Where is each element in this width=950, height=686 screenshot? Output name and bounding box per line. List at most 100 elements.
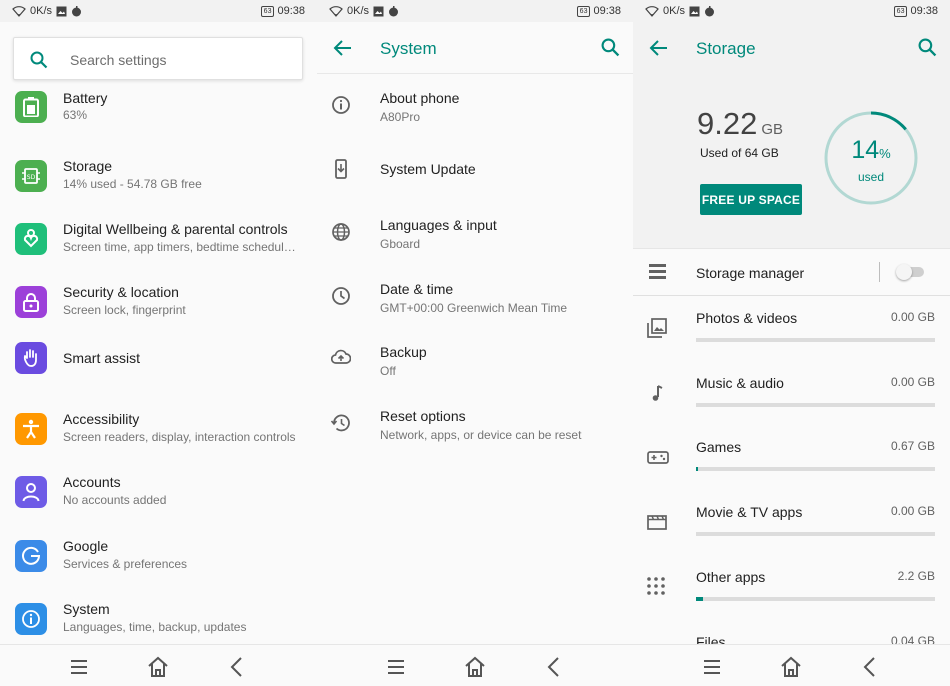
back-icon[interactable] (858, 655, 882, 679)
system-screen: 0K/s 63 09:38 System About phone A80Pro Sy… (317, 0, 633, 686)
movie-icon (647, 512, 669, 534)
info-icon (15, 603, 47, 635)
storage-category-size: 0.00 GB (890, 310, 935, 324)
search-icon[interactable] (918, 38, 937, 57)
wellbeing-icon (15, 223, 47, 255)
system-item[interactable]: Reset options Network, apps, or device ca… (317, 393, 633, 456)
apps-grid-icon (647, 576, 669, 599)
back-icon[interactable] (542, 655, 566, 679)
arrow-back-icon[interactable] (333, 38, 353, 58)
google-icon (15, 540, 47, 572)
settings-item-subtitle: No accounts added (63, 493, 167, 507)
menu-icon[interactable] (67, 655, 91, 679)
app-bar: Storage (633, 22, 950, 74)
search-icon[interactable] (601, 38, 620, 57)
settings-item[interactable]: Battery 63% (0, 74, 317, 137)
svg-text:SD: SD (27, 174, 36, 181)
usage-percent-value: 14 (851, 136, 880, 164)
system-item[interactable]: Languages & input Gboard (317, 202, 633, 265)
storage-manager-label: Storage manager (696, 265, 805, 281)
arrow-back-icon[interactable] (649, 38, 669, 58)
music-note-icon (647, 383, 669, 405)
image-notification-icon (373, 6, 384, 16)
settings-item[interactable]: Security & location Screen lock, fingerpr… (0, 272, 317, 335)
settings-item[interactable]: Digital Wellbeing & parental controls Scr… (0, 209, 317, 272)
home-icon[interactable] (779, 655, 803, 679)
system-item-title: Reset options (380, 408, 466, 424)
storage-category-row[interactable]: Games 0.67 GB (633, 425, 950, 490)
history-icon (330, 413, 353, 435)
storage-category-title: Photos & videos (696, 310, 798, 326)
settings-item[interactable]: Google Services & preferences (0, 526, 317, 589)
system-item-subtitle: A80Pro (380, 110, 421, 124)
system-item-subtitle: Network, apps, or device can be reset (380, 428, 582, 442)
clock-text: 09:38 (910, 5, 938, 17)
wifi-icon (645, 5, 659, 17)
battery-icon (15, 91, 47, 123)
page-title: Storage (696, 39, 756, 58)
settings-item-subtitle: 14% used - 54.78 GB free (63, 177, 202, 191)
clock-text: 09:38 (277, 5, 305, 17)
storage-category-bar (696, 402, 935, 407)
storage-category-bar-fill (696, 596, 704, 601)
image-notification-icon (56, 6, 67, 16)
system-item-title: Date & time (380, 280, 454, 297)
clock-icon (331, 286, 353, 308)
settings-item[interactable]: System Languages, time, backup, updates (0, 589, 317, 652)
clock-text: 09:38 (593, 5, 621, 17)
accessibility-icon (15, 413, 47, 445)
app-bar: System (317, 22, 633, 74)
system-item-title: Backup (380, 344, 427, 361)
storage-manager-row[interactable]: Storage manager (633, 249, 950, 296)
system-item[interactable]: System Update (317, 139, 633, 202)
storage-category-bar (696, 467, 935, 472)
used-value: 9.22 (697, 106, 758, 141)
settings-item[interactable]: SD Storage 14% used - 54.78 GB free (0, 146, 317, 209)
nav-bar (633, 644, 950, 686)
status-bar: 0K/s 63 09:38 (317, 0, 633, 22)
menu-icon[interactable] (384, 655, 408, 679)
nav-bar (0, 644, 317, 686)
storage-screen: 0K/s 63 09:38 Storage 9.22 GB Used of 64 … (633, 0, 950, 686)
settings-item-title: Accessibility (63, 411, 140, 427)
storage-category-title: Movie & TV apps (696, 504, 803, 521)
back-icon[interactable] (225, 655, 249, 679)
settings-item-subtitle: 63% (63, 108, 88, 122)
system-item[interactable]: About phone A80Pro (317, 75, 633, 138)
system-item[interactable]: Backup Off (317, 329, 633, 392)
storage-category-row[interactable]: Music & audio 0.00 GB (633, 361, 950, 426)
usage-percent: 14% (823, 136, 919, 165)
divider (879, 262, 880, 282)
settings-item-title: Google (63, 538, 109, 554)
status-bar: 0K/s 63 09:38 (0, 0, 317, 22)
lock-icon (15, 286, 47, 318)
storage-manager-icon (649, 264, 666, 279)
storage-icon: SD (15, 160, 47, 192)
usage-percent-label: used (857, 170, 885, 184)
settings-item-title: Accounts (63, 474, 121, 490)
free-up-space-button[interactable]: FREE UP SPACE (700, 184, 802, 215)
settings-item[interactable]: Smart assist (0, 328, 317, 391)
image-notification-icon (689, 6, 700, 16)
wifi-icon (329, 5, 343, 17)
storage-manager-toggle[interactable] (896, 264, 926, 280)
home-icon[interactable] (146, 655, 170, 679)
nav-bar (317, 644, 633, 686)
battery-icon: 63 (893, 5, 908, 17)
account-icon (15, 476, 47, 508)
settings-item[interactable]: Accessibility Screen readers, display, in… (0, 399, 317, 462)
settings-item-subtitle: Languages, time, backup, updates (63, 620, 247, 634)
system-update-icon (331, 158, 353, 181)
menu-icon[interactable] (700, 655, 724, 679)
storage-category-title: Other apps (696, 568, 766, 585)
storage-category-row[interactable]: Movie & TV apps 0.00 GB (633, 490, 950, 555)
settings-item[interactable]: Accounts No accounts added (0, 462, 317, 525)
system-item[interactable]: Date & time GMT+00:00 Greenwich Mean Time (317, 266, 633, 329)
settings-item-subtitle: Screen readers, display, interaction con… (63, 430, 296, 444)
used-of-total: Used of 64 GB (700, 146, 779, 160)
storage-category-bar (696, 596, 935, 601)
storage-category-row[interactable]: Other apps 2.2 GB (633, 555, 950, 620)
home-icon[interactable] (463, 655, 487, 679)
storage-category-row[interactable]: Photos & videos 0.00 GB (633, 296, 950, 361)
system-item-subtitle: Gboard (380, 237, 421, 252)
